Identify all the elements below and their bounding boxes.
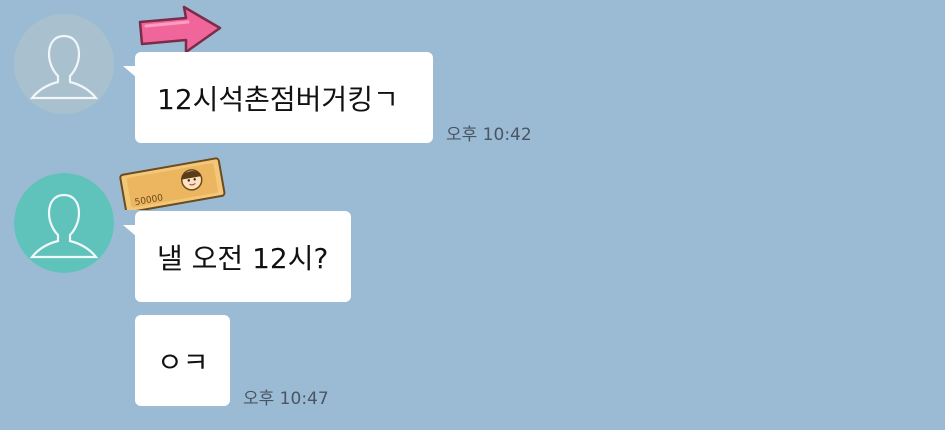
- person-silhouette-icon: [14, 14, 114, 114]
- message-bubble[interactable]: ㅇㅋ: [135, 315, 230, 406]
- message-text: 12시석촌점버거킹ㄱ: [157, 82, 399, 116]
- message-time: 오후 10:42: [446, 125, 532, 145]
- message-bubble[interactable]: 낼 오전 12시?: [123, 211, 351, 302]
- avatar-gray[interactable]: [14, 14, 114, 114]
- message-text: ㅇㅋ: [157, 345, 209, 379]
- message-bubble[interactable]: 12시석촌점버거킹ㄱ: [123, 52, 433, 143]
- message-text: 낼 오전 12시?: [157, 241, 329, 275]
- message-time: 오후 10:47: [243, 389, 329, 409]
- person-silhouette-icon: [14, 173, 114, 273]
- banknote-sticker: 50000: [116, 156, 232, 214]
- avatar-teal[interactable]: [14, 173, 114, 273]
